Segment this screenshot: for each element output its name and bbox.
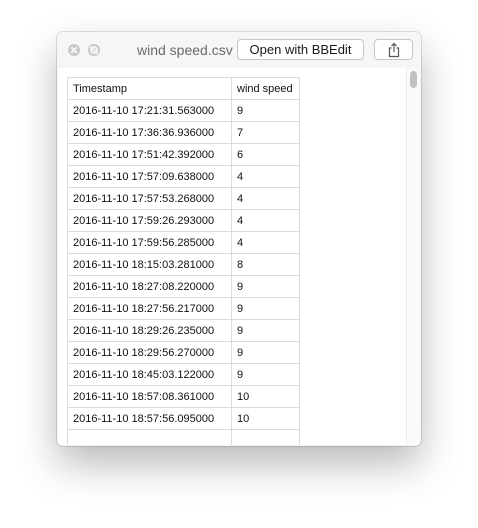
wind-speed-cell: 4 [231,187,300,210]
timestamp-cell: 2016-11-10 18:15:03.281000 [67,253,232,276]
wind-speed-cell: 9 [231,319,300,342]
table-header-row: Timestamp wind speed [67,77,300,100]
timestamp-cell: 2016-11-10 17:21:31.563000 [67,99,232,122]
scrollbar-thumb[interactable] [410,71,417,88]
table-row: 2016-11-10 18:45:03.122000 9 [67,363,300,386]
csv-table: Timestamp wind speed 2016-11-10 17:21:31… [67,77,300,445]
table-row: 2016-11-10 18:29:56.270000 9 [67,341,300,364]
table-row: 2016-11-10 17:59:56.285000 4 [67,231,300,254]
timestamp-cell: 2016-11-10 18:45:03.122000 [67,363,232,386]
timestamp-cell [67,429,232,445]
table-row: 2016-11-10 17:59:26.293000 4 [67,209,300,232]
table-row: 2016-11-10 18:57:56.095000 10 [67,407,300,430]
column-header-wind-speed: wind speed [231,77,300,100]
timestamp-cell: 2016-11-10 17:36:36.936000 [67,121,232,144]
wind-speed-cell: 4 [231,231,300,254]
table-row: 2016-11-10 17:57:09.638000 4 [67,165,300,188]
timestamp-cell: 2016-11-10 17:59:26.293000 [67,209,232,232]
wind-speed-cell [231,429,300,445]
wind-speed-cell: 10 [231,385,300,408]
table-body: 2016-11-10 17:21:31.563000 9 2016-11-10 17… [67,99,300,445]
close-icon[interactable] [68,44,80,56]
wind-speed-cell: 9 [231,99,300,122]
wind-speed-cell: 6 [231,143,300,166]
timestamp-cell: 2016-11-10 17:51:42.392000 [67,143,232,166]
timestamp-cell: 2016-11-10 18:29:26.235000 [67,319,232,342]
quicklook-window: wind speed.csv Open with BBEdit Timestam… [57,32,421,446]
timestamp-cell: 2016-11-10 18:57:56.095000 [67,407,232,430]
table-row: 2016-11-10 18:27:56.217000 9 [67,297,300,320]
timestamp-cell: 2016-11-10 17:57:53.268000 [67,187,232,210]
table-row: 2016-11-10 18:15:03.281000 8 [67,253,300,276]
desktop-background: wind speed.csv Open with BBEdit Timestam… [0,0,478,528]
wind-speed-cell: 9 [231,275,300,298]
table-row: 2016-11-10 17:57:53.268000 4 [67,187,300,210]
wind-speed-cell: 10 [231,407,300,430]
share-button[interactable] [374,39,413,60]
wind-speed-cell: 9 [231,363,300,386]
wind-speed-cell: 7 [231,121,300,144]
table-row: 2016-11-10 18:27:08.220000 9 [67,275,300,298]
table-row: 2016-11-10 17:36:36.936000 7 [67,121,300,144]
timestamp-cell: 2016-11-10 17:59:56.285000 [67,231,232,254]
table-row: 2016-11-10 17:21:31.563000 9 [67,99,300,122]
wind-speed-cell: 9 [231,341,300,364]
wind-speed-cell: 9 [231,297,300,320]
table-row: 2016-11-10 17:51:42.392000 6 [67,143,300,166]
table-row: 2016-11-10 18:29:26.235000 9 [67,319,300,342]
wind-speed-cell: 4 [231,209,300,232]
table-row [67,429,300,445]
table-row: 2016-11-10 18:57:08.361000 10 [67,385,300,408]
timestamp-cell: 2016-11-10 18:27:08.220000 [67,275,232,298]
timestamp-cell: 2016-11-10 18:29:56.270000 [67,341,232,364]
wind-speed-cell: 4 [231,165,300,188]
csv-preview-area[interactable]: Timestamp wind speed 2016-11-10 17:21:31… [58,68,420,445]
fullscreen-icon[interactable] [88,44,100,56]
timestamp-cell: 2016-11-10 17:57:09.638000 [67,165,232,188]
timestamp-cell: 2016-11-10 18:27:56.217000 [67,297,232,320]
window-title: wind speed.csv [137,42,233,58]
vertical-scrollbar[interactable] [406,68,420,445]
column-header-timestamp: Timestamp [67,77,232,100]
timestamp-cell: 2016-11-10 18:57:08.361000 [67,385,232,408]
wind-speed-cell: 8 [231,253,300,276]
open-with-bbedit-button[interactable]: Open with BBEdit [237,39,364,60]
share-icon [388,42,400,58]
title-bar[interactable]: wind speed.csv Open with BBEdit [57,32,421,68]
